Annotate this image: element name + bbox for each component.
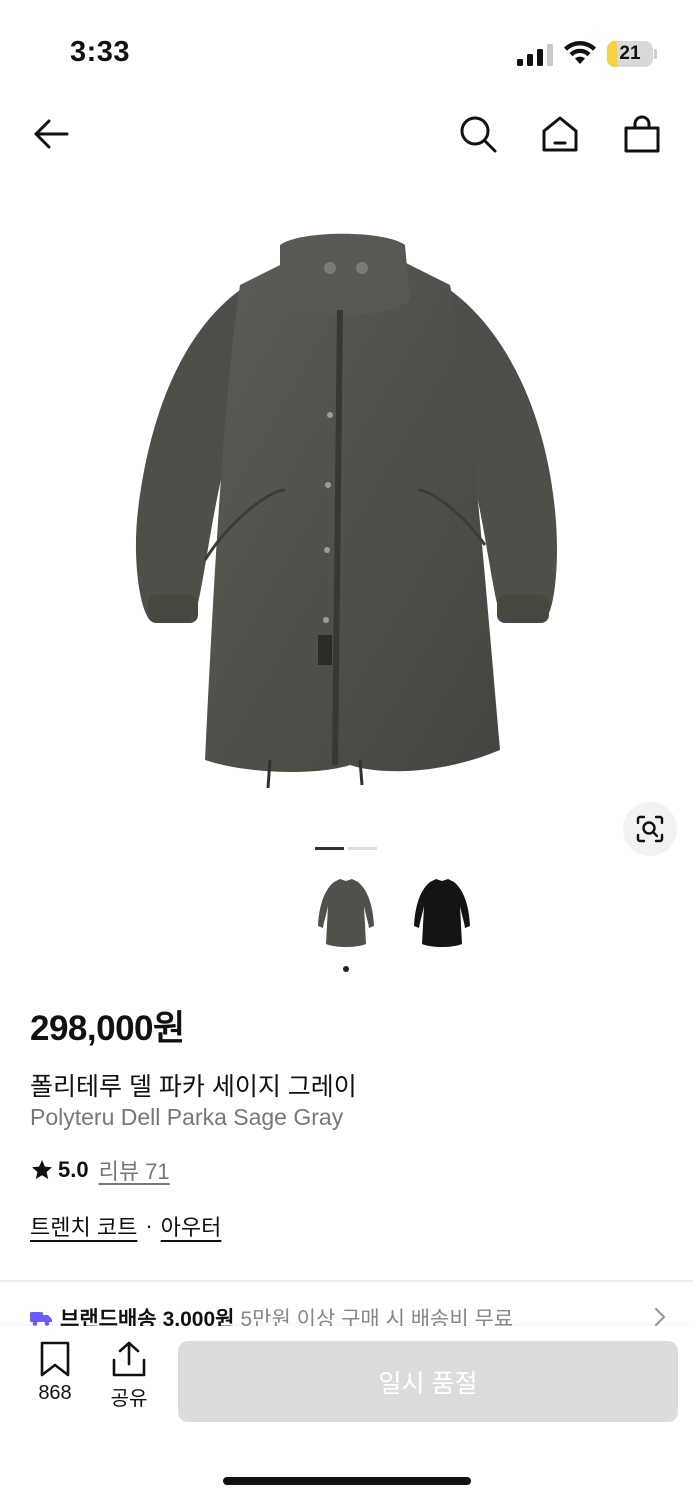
share-label: 공유 [110, 1388, 148, 1410]
parka-product-image [135, 233, 557, 789]
battery-nub [654, 49, 657, 59]
section-divider [0, 1280, 693, 1282]
back-arrow-icon [34, 119, 69, 149]
search-icon [460, 116, 497, 153]
category-link-outer[interactable]: 아우터 [161, 1210, 222, 1242]
chevron-right-icon [650, 1306, 670, 1328]
share-icon [112, 1341, 146, 1377]
product-name-english: Polyteru Dell Parka Sage Gray [30, 1104, 344, 1130]
bookmark-count: 868 [38, 1382, 72, 1404]
status-time: 3:33 [70, 36, 131, 68]
color-variant-black[interactable] [408, 876, 476, 952]
battery-body: 21 [607, 41, 653, 67]
home-icon [542, 116, 578, 152]
product-image-gallery[interactable] [0, 190, 693, 830]
rating-score: 5.0 [58, 1157, 89, 1182]
status-bar: 3:33 21 [0, 0, 693, 100]
product-price: 298,000원 [30, 1009, 185, 1048]
review-link[interactable]: 리뷰 71 [99, 1154, 170, 1186]
wifi-icon [564, 41, 596, 64]
gallery-pager [315, 847, 377, 851]
category-breadcrumb: 트렌치 코트 · 아우터 [30, 1210, 221, 1242]
shopping-bag-icon [624, 115, 660, 153]
battery-level-text: 21 [619, 43, 641, 64]
selected-variant-dot [343, 966, 349, 972]
bottom-action-bar: 868 공유 일시 품절 [0, 1326, 693, 1500]
delivery-truck-icon [30, 1312, 52, 1326]
top-navigation-bar [0, 100, 693, 166]
image-search-button[interactable] [623, 802, 677, 856]
bookmark-button[interactable]: 868 [25, 1340, 85, 1405]
pager-indicator [348, 847, 377, 850]
search-button[interactable] [454, 110, 502, 158]
cellular-signal-icon [517, 44, 553, 66]
star-icon [32, 1160, 52, 1179]
product-rating: 5.0 리뷰 71 [30, 1154, 170, 1186]
visual-search-icon [636, 815, 664, 843]
product-name-korean: 폴리테루 델 파카 세이지 그레이 [30, 1073, 357, 1101]
share-button[interactable]: 공유 [99, 1340, 159, 1411]
category-link-trench-coat[interactable]: 트렌치 코트 [30, 1210, 137, 1242]
home-indicator[interactable] [223, 1477, 471, 1485]
bookmark-icon [40, 1341, 70, 1377]
color-variant-sage-gray[interactable] [312, 876, 380, 952]
color-variant-list [312, 876, 476, 952]
parka-thumbnail-image [318, 879, 374, 947]
parka-thumbnail-image [414, 879, 470, 947]
battery-indicator: 21 [607, 41, 657, 67]
cart-button[interactable] [618, 110, 666, 158]
back-button[interactable] [27, 110, 75, 158]
pager-indicator-active [315, 847, 344, 850]
home-button[interactable] [536, 110, 584, 158]
category-separator: · [145, 1213, 153, 1238]
sold-out-button[interactable]: 일시 품절 [178, 1341, 678, 1422]
